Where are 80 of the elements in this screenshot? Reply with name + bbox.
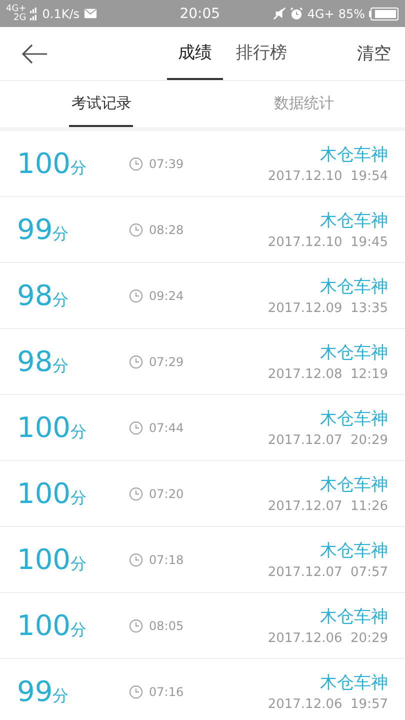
score: 100 [17, 609, 70, 642]
battery-icon [369, 6, 399, 20]
score: 100 [17, 411, 70, 444]
score-unit: 分 [70, 422, 86, 443]
mute-icon [273, 7, 286, 20]
signal-icon [30, 4, 38, 22]
clock-icon [129, 552, 143, 566]
subtab[interactable]: 数据统计 [272, 81, 336, 127]
duration: 08:05 [149, 618, 184, 632]
record-datetime: 2017.12.09 13:35 [268, 301, 388, 316]
score-unit: 分 [52, 224, 69, 245]
record-row[interactable]: 99分 08:28 木仓车神 2017.12.10 19:45 [0, 197, 405, 263]
clock-icon [129, 288, 143, 302]
network-label: 2G [14, 14, 26, 22]
duration: 07:39 [149, 156, 184, 170]
score-unit: 分 [52, 290, 69, 311]
score-unit: 分 [52, 356, 69, 377]
record-row[interactable]: 98分 07:29 木仓车神 2017.12.08 12:19 [0, 329, 405, 395]
user-name: 木仓车神 [320, 342, 388, 364]
duration: 07:16 [149, 684, 184, 698]
user-name: 木仓车神 [320, 408, 388, 430]
record-row[interactable]: 100分 07:39 木仓车神 2017.12.10 19:54 [0, 131, 405, 197]
duration: 07:44 [149, 420, 184, 434]
duration: 07:29 [149, 354, 184, 368]
score: 99 [17, 675, 53, 708]
clock-time: 20:05 [178, 6, 220, 22]
clock-icon [129, 486, 143, 500]
user-name: 木仓车神 [320, 672, 388, 694]
record-row[interactable]: 100分 07:20 木仓车神 2017.12.07 11:26 [0, 461, 405, 527]
clock-icon [129, 618, 143, 632]
clock-icon [129, 354, 143, 368]
network-label: 4G+ [6, 4, 26, 14]
alarm-icon [290, 7, 304, 20]
duration: 09:24 [149, 288, 184, 302]
clock-icon [129, 156, 143, 170]
duration: 07:20 [149, 486, 184, 500]
battery-percent: 85% [338, 6, 365, 20]
record-datetime: 2017.12.07 07:57 [268, 565, 388, 580]
subtab[interactable]: 考试记录 [69, 81, 134, 127]
score: 100 [17, 147, 70, 180]
record-datetime: 2017.12.07 11:26 [268, 499, 388, 514]
clock-icon [129, 684, 143, 698]
duration: 08:28 [149, 222, 184, 236]
record-datetime: 2017.12.10 19:54 [268, 169, 388, 184]
user-name: 木仓车神 [320, 276, 388, 298]
back-arrow-icon[interactable] [22, 44, 48, 64]
score: 99 [17, 213, 53, 246]
record-datetime: 2017.12.07 20:29 [268, 433, 388, 448]
record-datetime: 2017.12.06 19:57 [268, 697, 388, 712]
user-name: 木仓车神 [320, 474, 388, 496]
duration: 07:18 [149, 552, 184, 566]
record-row[interactable]: 98分 09:24 木仓车神 2017.12.09 13:35 [0, 263, 405, 329]
mail-icon [84, 8, 96, 19]
header-tab[interactable]: 成绩 [167, 27, 223, 80]
clock-icon [129, 222, 143, 236]
user-name: 木仓车神 [320, 540, 388, 562]
header-tab[interactable]: 排行榜 [225, 27, 298, 80]
network-speed: 0.1K/s [42, 6, 80, 20]
score-unit: 分 [70, 488, 86, 509]
user-name: 木仓车神 [320, 606, 388, 628]
score: 100 [17, 543, 70, 576]
record-row[interactable]: 100分 08:05 木仓车神 2017.12.06 20:29 [0, 593, 405, 659]
score: 100 [17, 477, 70, 510]
record-datetime: 2017.12.08 12:19 [268, 367, 388, 382]
score-unit: 分 [52, 686, 69, 707]
score: 98 [17, 345, 53, 378]
record-row[interactable]: 100分 07:18 木仓车神 2017.12.07 07:57 [0, 527, 405, 593]
score-unit: 分 [70, 620, 86, 641]
user-name: 木仓车神 [320, 210, 388, 232]
score-unit: 分 [70, 158, 86, 179]
record-row[interactable]: 100分 07:44 木仓车神 2017.12.07 20:29 [0, 395, 405, 461]
record-datetime: 2017.12.06 20:29 [268, 631, 388, 646]
clock-icon [129, 420, 143, 434]
record-datetime: 2017.12.10 19:45 [268, 235, 388, 250]
user-name: 木仓车神 [320, 144, 388, 166]
score-unit: 分 [70, 554, 86, 575]
clear-button[interactable]: 清空 [357, 42, 391, 65]
record-row[interactable]: 99分 07:16 木仓车神 2017.12.06 19:57 [0, 659, 405, 720]
network-label: 4G+ [307, 6, 334, 20]
score: 98 [17, 279, 53, 312]
